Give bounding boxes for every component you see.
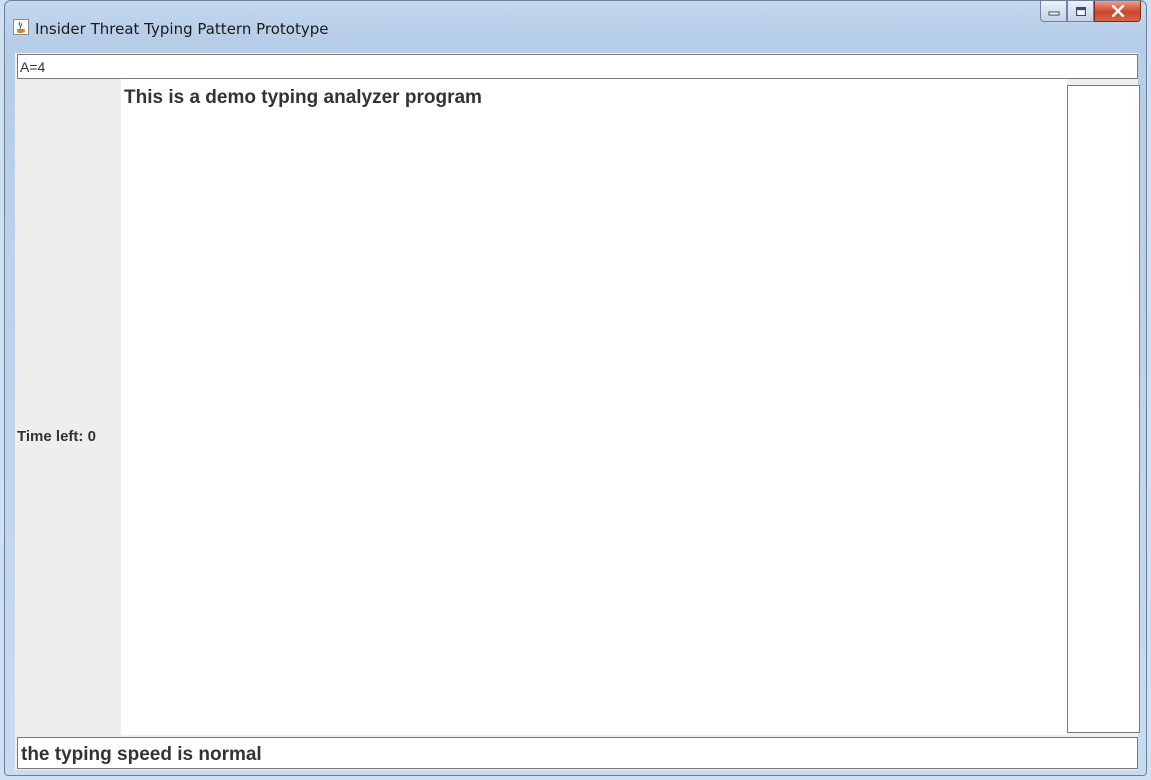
close-button[interactable]	[1094, 1, 1141, 22]
typing-area[interactable]: This is a demo typing analyzer program	[121, 79, 1067, 735]
app-window: Insider Threat Typing Pattern Prototype	[4, 0, 1147, 776]
left-panel: Time left: 0	[17, 79, 121, 735]
demo-heading: This is a demo typing analyzer program	[124, 87, 482, 108]
right-panel	[1067, 85, 1140, 733]
window-title: Insider Threat Typing Pattern Prototype	[35, 20, 329, 38]
maximize-button[interactable]	[1067, 1, 1094, 22]
close-icon	[1111, 5, 1124, 17]
time-left-label: Time left: 0	[17, 428, 96, 445]
title-bar[interactable]: Insider Threat Typing Pattern Prototype	[5, 1, 1146, 51]
caption-buttons	[1040, 1, 1141, 23]
minimize-button[interactable]	[1040, 1, 1067, 22]
window-content: A=4 Time left: 0 This is a demo typing a…	[15, 53, 1140, 770]
key-count-field[interactable]: A=4	[17, 54, 1138, 79]
minimize-icon	[1048, 11, 1059, 16]
maximize-icon	[1075, 6, 1086, 16]
java-cup-icon[interactable]	[13, 19, 29, 35]
typing-speed-status: the typing speed is normal	[17, 737, 1138, 769]
